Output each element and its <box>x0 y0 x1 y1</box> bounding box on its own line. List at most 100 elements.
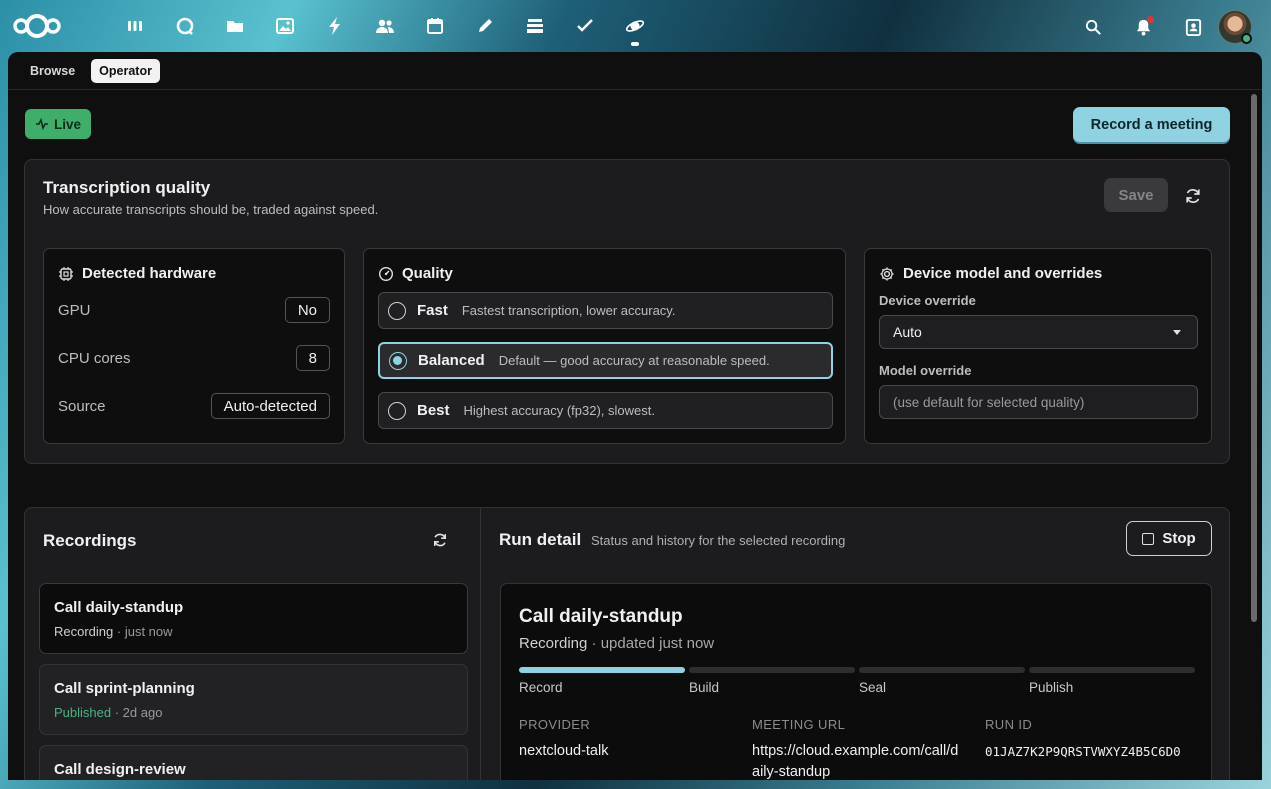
recording-meta: Published · 2d ago <box>54 705 163 720</box>
section-title: Transcription quality <box>43 178 211 197</box>
chevron-down-icon <box>1173 330 1181 335</box>
transcription-quality-card: Transcription quality How accurate trans… <box>24 159 1230 464</box>
provider-field: PROVIDER nextcloud-talk <box>519 717 729 762</box>
stop-button[interactable]: Stop <box>1126 521 1212 556</box>
meeting-url-field: MEETING URL https://cloud.example.com/ca… <box>752 717 962 780</box>
files-icon[interactable] <box>210 12 260 40</box>
view-tabs: Browse Operator <box>8 52 1262 90</box>
photos-icon[interactable] <box>260 12 310 40</box>
radio-button[interactable] <box>388 401 406 420</box>
app-menu <box>110 12 660 46</box>
recording-status: Published <box>54 705 112 720</box>
pulse-icon <box>35 117 48 131</box>
provider-value: nextcloud-talk <box>519 743 609 759</box>
recording-name: Call design-review <box>54 761 186 778</box>
recorder-app-icon[interactable] <box>610 12 660 46</box>
device-override-value: Auto <box>893 324 922 340</box>
step-label: Record <box>519 680 563 695</box>
step-bar <box>519 667 685 673</box>
recording-status-line: Recording · updated just now <box>519 635 715 652</box>
gpu-value: No <box>284 297 330 323</box>
tab-browse[interactable]: Browse <box>22 59 83 83</box>
step-bar <box>859 667 1025 673</box>
device-override-select[interactable]: Auto <box>879 315 1198 349</box>
dashboard-icon[interactable] <box>110 12 160 40</box>
recording-time: 2d ago <box>122 705 163 720</box>
notifications-icon[interactable] <box>1118 11 1168 43</box>
user-avatar[interactable] <box>1218 10 1252 44</box>
pipeline-progress: Record Build Seal Publish <box>519 667 1195 695</box>
recording-name: Call daily-standup <box>54 599 184 616</box>
step-publish: Publish <box>1029 667 1195 695</box>
step-seal: Seal <box>859 667 1025 695</box>
scrollbar[interactable] <box>1251 94 1257 622</box>
tab-operator[interactable]: Operator <box>91 58 160 83</box>
option-name: Balanced <box>418 352 485 369</box>
recording-meta: Recording · just now <box>54 624 173 639</box>
deck-icon[interactable] <box>510 12 560 40</box>
tasks-icon[interactable] <box>560 12 610 40</box>
panel-title: Detected hardware <box>82 265 217 282</box>
search-icon[interactable] <box>1068 11 1118 43</box>
model-override-input[interactable]: (use default for selected quality) <box>879 385 1198 419</box>
gpu-label: GPU <box>58 302 91 319</box>
run-id-field: RUN ID 01JAZ7K2P9QRSTVWXYZ4B5C6D0 <box>985 717 1195 762</box>
provider-label: PROVIDER <box>519 717 591 732</box>
activity-icon[interactable] <box>310 12 360 40</box>
calendar-icon[interactable] <box>410 12 460 40</box>
step-record: Record <box>519 667 685 695</box>
panel-title: Device model and overrides <box>903 265 1103 282</box>
step-bar <box>1029 667 1195 673</box>
run-detail-title: Run detail <box>499 530 582 549</box>
option-description: Highest accuracy (fp32), slowest. <box>463 403 655 418</box>
quality-option-balanced[interactable]: Balanced Default — good accuracy at reas… <box>378 342 833 379</box>
recording-time: just now <box>124 624 173 639</box>
step-label: Build <box>689 680 720 695</box>
quality-option-best[interactable]: Best Highest accuracy (fp32), slowest. <box>378 392 833 429</box>
notification-badge <box>1147 16 1154 23</box>
notes-icon[interactable] <box>460 12 510 40</box>
cpu-cores-label: CPU cores <box>58 350 131 367</box>
meeting-url-value[interactable]: https://cloud.example.com/call/daily-sta… <box>752 741 962 780</box>
radio-button[interactable] <box>389 351 407 370</box>
run-id-value: 01JAZ7K2P9QRSTVWXYZ4B5C6D0 <box>985 744 1181 759</box>
panel-header: Device model and overrides <box>879 265 1102 282</box>
contacts-menu-icon[interactable] <box>1168 11 1218 43</box>
online-status-icon <box>1241 33 1252 44</box>
contacts-icon[interactable] <box>360 12 410 40</box>
source-label: Source <box>58 398 106 415</box>
detected-hardware-panel: Detected hardware GPU No CPU cores 8 Sou… <box>43 248 345 444</box>
step-label: Publish <box>1029 680 1074 695</box>
nextcloud-logo[interactable] <box>13 11 61 41</box>
step-label: Seal <box>859 680 887 695</box>
run-detail-card: Call daily-standup Recording · updated j… <box>500 583 1212 780</box>
recording-item-sprint-planning[interactable]: Call sprint-planning Published · 2d ago <box>39 664 468 735</box>
radio-button[interactable] <box>388 301 406 320</box>
step-bar <box>689 667 855 673</box>
refresh-icon[interactable] <box>431 531 449 549</box>
refresh-icon[interactable] <box>1183 186 1203 206</box>
recording-status: Recording <box>54 624 114 639</box>
device-override-label: Device override <box>879 293 976 308</box>
live-status-badge: Live <box>25 109 91 139</box>
quality-option-fast[interactable]: Fast Fastest transcription, lower accura… <box>378 292 833 329</box>
save-button[interactable]: Save <box>1104 178 1168 212</box>
panel-title: Quality <box>402 265 453 282</box>
recordings-panel: Recordings Call daily-standup Recording … <box>25 508 481 780</box>
recording-item-design-review[interactable]: Call design-review <box>39 745 468 780</box>
option-name: Fast <box>417 302 448 319</box>
quality-panel: Quality Fast Fastest transcription, lowe… <box>363 248 846 444</box>
stop-icon <box>1142 532 1155 545</box>
recording-item-daily-standup[interactable]: Call daily-standup Recording · just now <box>39 583 468 654</box>
section-subtitle: How accurate transcripts should be, trad… <box>43 202 379 217</box>
model-override-label: Model override <box>879 363 972 378</box>
talk-icon[interactable] <box>160 12 210 40</box>
stop-label: Stop <box>1162 530 1196 547</box>
updated-time: updated just now <box>600 635 715 652</box>
run-detail-panel: Run detail Status and history for the se… <box>482 508 1231 780</box>
record-meeting-button[interactable]: Record a meeting <box>1073 107 1230 142</box>
recording-status: Recording <box>519 635 588 652</box>
recordings-card: Recordings Call daily-standup Recording … <box>24 507 1230 780</box>
header-right <box>1068 10 1271 44</box>
model-override-placeholder: (use default for selected quality) <box>893 394 1085 410</box>
